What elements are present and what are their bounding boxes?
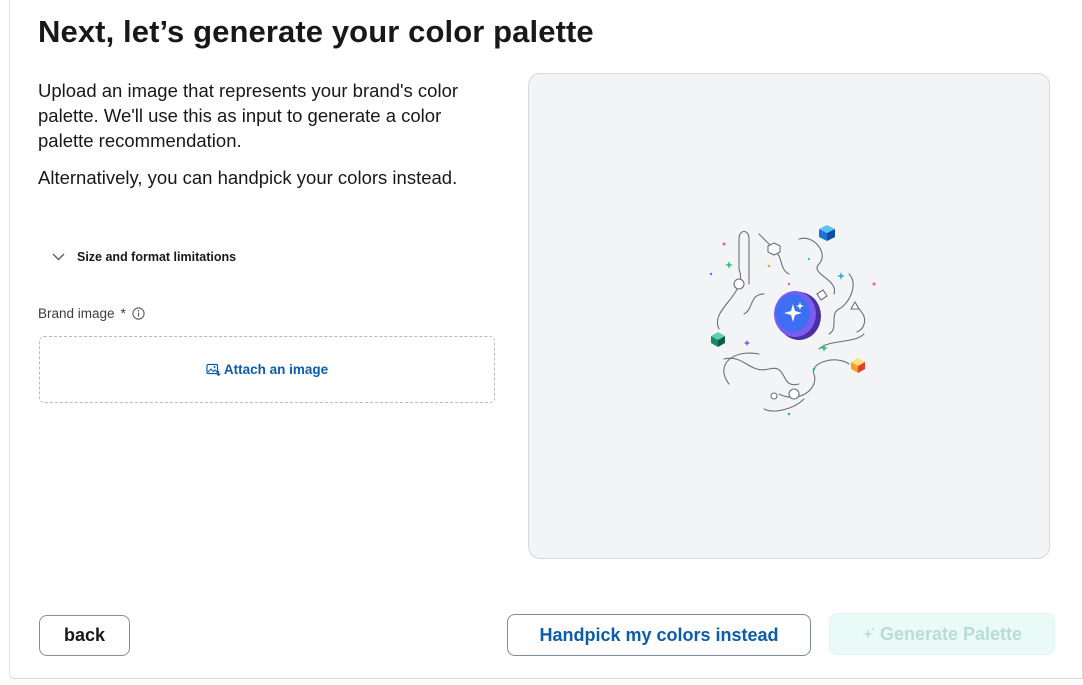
brand-image-label: Brand image * (38, 305, 145, 321)
sparkle-icon (862, 624, 876, 645)
chevron-down-icon (52, 253, 65, 261)
required-marker: * (120, 305, 126, 321)
info-icon[interactable] (132, 306, 145, 320)
page-title: Next, let’s generate your color palette (38, 14, 594, 49)
generate-palette-label: Generate Palette (879, 623, 1023, 644)
image-upload-icon (206, 363, 221, 376)
intro-paragraph-upload: Upload an image that represents your bra… (38, 80, 459, 151)
ai-illustration (709, 225, 876, 416)
generate-palette-button[interactable]: Generate Palette (829, 613, 1055, 655)
palette-preview-panel (528, 73, 1050, 559)
handpick-colors-button[interactable]: Handpick my colors instead (507, 614, 811, 656)
attach-image-button[interactable]: Attach an image (206, 362, 328, 377)
disclosure-label: Size and format limitations (77, 250, 237, 264)
center-sparkle-badge (774, 291, 821, 340)
size-format-disclosure[interactable]: Size and format limitations (52, 250, 236, 264)
back-button[interactable]: back (39, 615, 130, 656)
attach-image-label: Attach an image (223, 362, 329, 377)
intro-text: Upload an image that represents your bra… (38, 78, 498, 202)
brand-image-label-text: Brand image (38, 305, 115, 321)
intro-paragraph-handpick: Alternatively, you can handpick your col… (38, 167, 458, 188)
image-dropzone[interactable]: Attach an image (39, 336, 495, 403)
